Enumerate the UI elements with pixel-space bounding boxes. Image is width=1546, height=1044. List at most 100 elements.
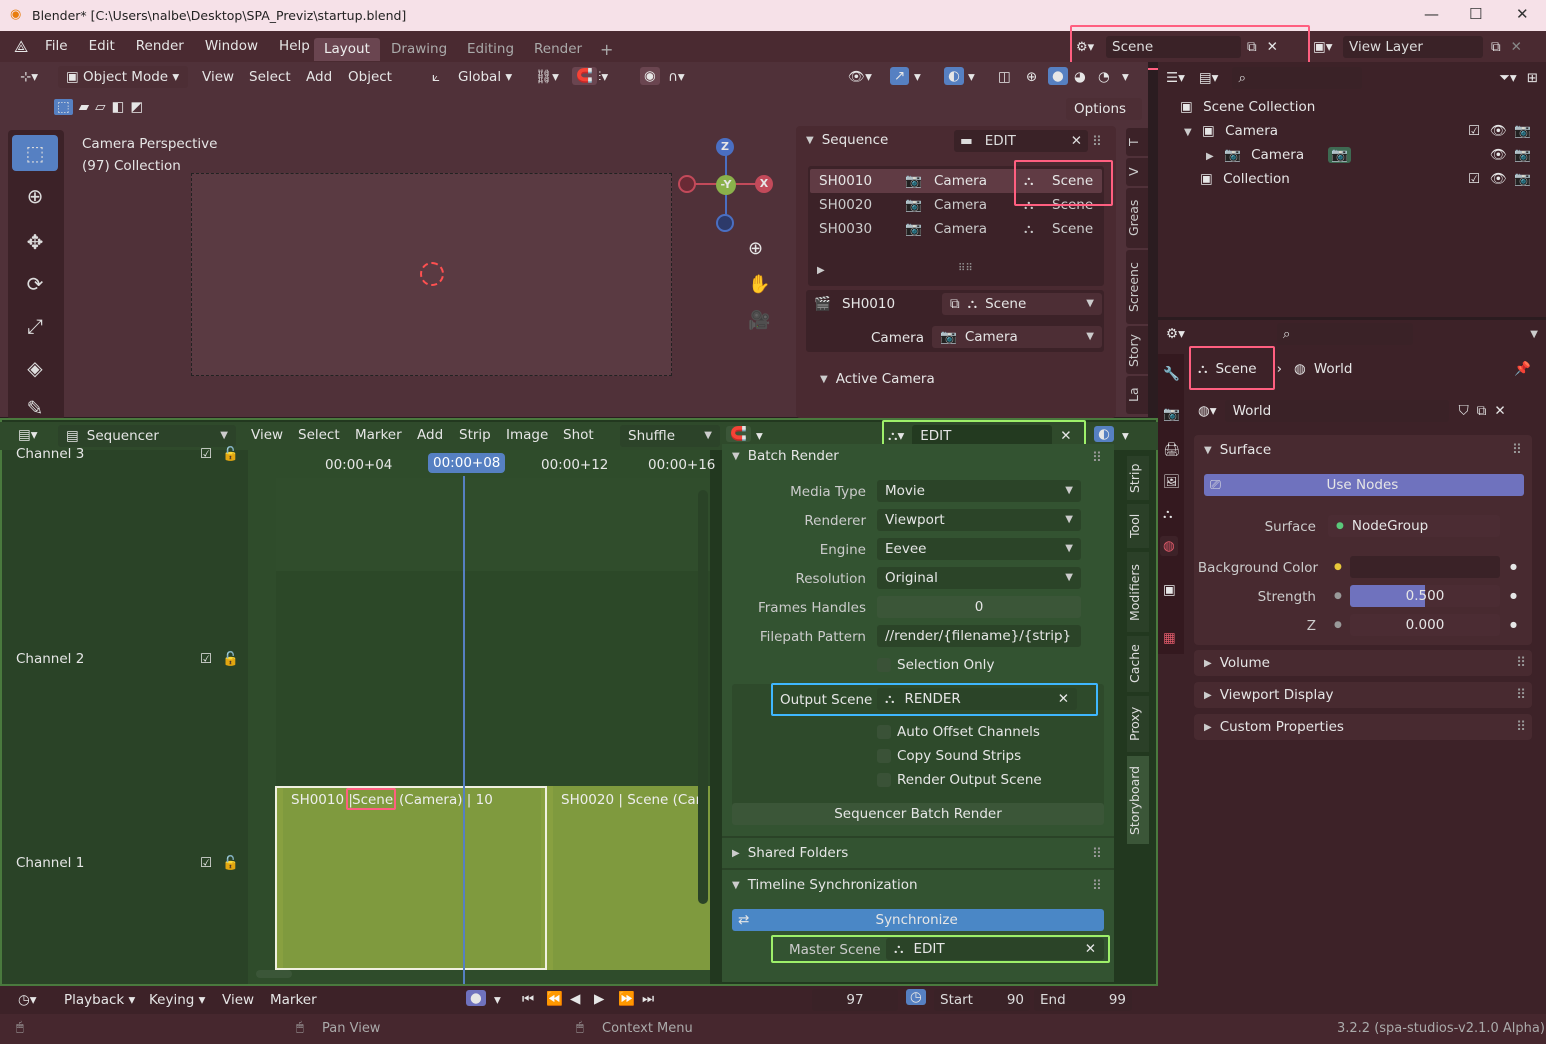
seq-menu-strip[interactable]: Strip	[459, 427, 491, 443]
keyframe-dot-icon[interactable]: ●	[1510, 591, 1517, 600]
current-frame-field[interactable]: 97	[812, 989, 898, 1011]
overlay-toggle-icon[interactable]: ◐	[1094, 426, 1114, 442]
batch-render-header[interactable]: ▼ Batch Render	[732, 448, 839, 464]
strip-sh0010[interactable]: SH0010 | Scene (Camera) | 10	[275, 786, 547, 970]
drag-handle-icon[interactable]: ⠿	[1512, 442, 1522, 458]
delete-view-layer-icon[interactable]: ✕	[1511, 39, 1522, 55]
camera-dropdown[interactable]: 📷 Camera ▼	[932, 326, 1102, 348]
snap-dropdown-icon[interactable]: ▾	[756, 428, 763, 444]
visibility-icon[interactable]: 👁▾	[848, 69, 872, 85]
duplicate-world-icon[interactable]: ⧉	[1477, 403, 1487, 419]
channel-3-lock-icon[interactable]: 🔓	[222, 446, 239, 462]
seq-menu-select[interactable]: Select	[298, 427, 340, 443]
drag-handle-icon[interactable]: ⠿	[1516, 655, 1526, 671]
visibility-eye-icon[interactable]: 👁	[1490, 123, 1507, 139]
move-tool-icon[interactable]: ✥	[12, 224, 58, 260]
outliner-row-camera-collection[interactable]: ▼ ▣ Camera ☑ 👁 📷	[1184, 123, 1536, 139]
channel-2-mute-icon[interactable]: ☑	[200, 651, 212, 667]
active-camera-section[interactable]: ▼ Active Camera	[820, 371, 935, 387]
render-camera-icon[interactable]: 📷	[1514, 123, 1531, 139]
background-color-swatch[interactable]	[1350, 556, 1500, 578]
volume-section[interactable]: ▶ Volume ⠿	[1194, 650, 1532, 676]
fake-user-icon[interactable]: ⛉	[1459, 403, 1469, 419]
horizontal-scrollbar[interactable]	[256, 970, 292, 978]
orientation-icon[interactable]: ⟀	[432, 69, 440, 85]
strength-slider[interactable]: 0.500	[1350, 585, 1500, 607]
gizmo-z-axis[interactable]: Z	[716, 138, 734, 156]
seq-menu-shot[interactable]: Shot	[563, 427, 594, 443]
tab-proxy[interactable]: Proxy	[1127, 696, 1149, 752]
render-output-checkbox[interactable]: Render Output Scene	[877, 772, 1042, 788]
render-camera-icon[interactable]: 📷	[1514, 147, 1531, 163]
tab-story[interactable]: Story	[1126, 326, 1148, 374]
tool-tab-icon[interactable]: 🔧	[1163, 366, 1180, 382]
active-shot-scene-dropdown[interactable]: ⧉ ⛬ Scene ▼	[942, 293, 1102, 315]
pin-icon[interactable]: 📌	[1514, 361, 1531, 377]
visibility-eye-icon[interactable]: 👁	[1490, 171, 1507, 187]
rendered-shading-icon[interactable]: ◔	[1098, 69, 1110, 85]
drag-handle-icon[interactable]: ⠿	[1092, 878, 1102, 894]
seq-menu-marker[interactable]: Marker	[355, 427, 402, 443]
proportional-edit-icon[interactable]: ◉	[640, 67, 660, 85]
surface-node-field[interactable]: ● NodeGroup	[1328, 515, 1500, 537]
cursor-tool-icon[interactable]: ⊕	[12, 178, 58, 214]
tab-drawing[interactable]: Drawing	[381, 38, 457, 61]
tab-grease[interactable]: Greas	[1126, 188, 1148, 248]
outliner-row-scene-collection[interactable]: ▣ Scene Collection	[1180, 99, 1315, 115]
seq-menu-image[interactable]: Image	[506, 427, 548, 443]
channel-2-lock-icon[interactable]: 🔓	[222, 651, 239, 667]
tab-v[interactable]: V	[1126, 158, 1148, 186]
outliner-row-collection[interactable]: ▣ Collection ☑ 👁 📷	[1200, 171, 1536, 187]
falloff-icon[interactable]: ∩▾	[668, 69, 685, 85]
view-layer-field[interactable]: View Layer	[1343, 36, 1483, 58]
editor-type-icon[interactable]: ▤▾	[18, 427, 38, 443]
include-checkbox-icon[interactable]: ☑	[1468, 123, 1480, 139]
end-frame-field[interactable]: End 99	[1034, 989, 1132, 1011]
viewport-menu-add[interactable]: Add	[306, 69, 332, 85]
solid-shading-icon[interactable]: ●	[1048, 67, 1068, 85]
media-type-dropdown[interactable]: Movie ▼	[877, 480, 1081, 502]
tab-modifiers[interactable]: Modifiers	[1127, 552, 1149, 632]
annotate-tool-icon[interactable]: ✎	[12, 390, 58, 416]
navigation-gizmo[interactable]: Z -Y X	[678, 138, 774, 232]
wireframe-shading-icon[interactable]: ⊕	[1026, 69, 1037, 85]
selection-only-checkbox[interactable]: Selection Only	[877, 657, 994, 673]
editor-type-icon[interactable]: ⚙▾	[1166, 326, 1185, 342]
timeline-menu-view[interactable]: View	[222, 992, 254, 1008]
new-view-layer-icon[interactable]: ⧉	[1491, 39, 1501, 55]
tab-cache[interactable]: Cache	[1127, 636, 1149, 692]
menu-help[interactable]: Help	[279, 38, 310, 54]
vertical-scrollbar[interactable]	[698, 490, 708, 904]
select-new-icon[interactable]: ⬚	[54, 99, 73, 115]
channel-3-mute-icon[interactable]: ☑	[200, 446, 212, 462]
collapse-chevron-icon[interactable]: ▼	[1184, 127, 1192, 138]
scale-tool-icon[interactable]: ⤢	[12, 308, 58, 344]
zoom-icon[interactable]: ⊕	[748, 238, 763, 259]
visibility-eye-icon[interactable]: 👁	[1490, 147, 1507, 163]
tab-layout[interactable]: Layout	[314, 38, 380, 61]
world-name-field[interactable]: World	[1224, 400, 1449, 422]
tab-la[interactable]: La	[1126, 376, 1148, 414]
keying-options-icon[interactable]: ▾	[494, 992, 501, 1008]
play-icon[interactable]: ▶	[594, 991, 604, 1007]
frames-handles-field[interactable]: 0	[877, 596, 1081, 618]
list-resize-handle[interactable]: ⠿⠿	[958, 263, 973, 274]
renderer-dropdown[interactable]: Viewport ▼	[877, 509, 1081, 531]
drag-handle-icon[interactable]: ⠿	[1516, 687, 1526, 703]
unlink-world-icon[interactable]: ✕	[1494, 403, 1505, 419]
viewport-menu-select[interactable]: Select	[249, 69, 291, 85]
gizmo-neg-y-axis[interactable]: -Y	[716, 175, 736, 195]
orientation-dropdown[interactable]: Global ▾	[458, 69, 512, 85]
jump-start-icon[interactable]: ⏮	[522, 991, 534, 1007]
tab-strip[interactable]: Strip	[1127, 456, 1149, 500]
auto-offset-checkbox[interactable]: Auto Offset Channels	[877, 724, 1040, 740]
options-dropdown[interactable]: Options ▾	[1066, 98, 1142, 139]
tab-screencast[interactable]: Screenc	[1126, 250, 1148, 324]
use-nodes-button[interactable]: ⎚ Use Nodes	[1204, 474, 1524, 496]
seq-menu-view[interactable]: View	[251, 427, 283, 443]
display-mode-icon[interactable]: ▤▾	[1199, 70, 1219, 86]
overlay-dropdown-icon[interactable]: ▾	[1122, 428, 1129, 444]
preview-range-icon[interactable]: ◷	[906, 989, 926, 1005]
overlay-dropdown-icon[interactable]: ▾	[968, 69, 975, 85]
shading-dropdown-icon[interactable]: ▾	[1122, 69, 1129, 85]
